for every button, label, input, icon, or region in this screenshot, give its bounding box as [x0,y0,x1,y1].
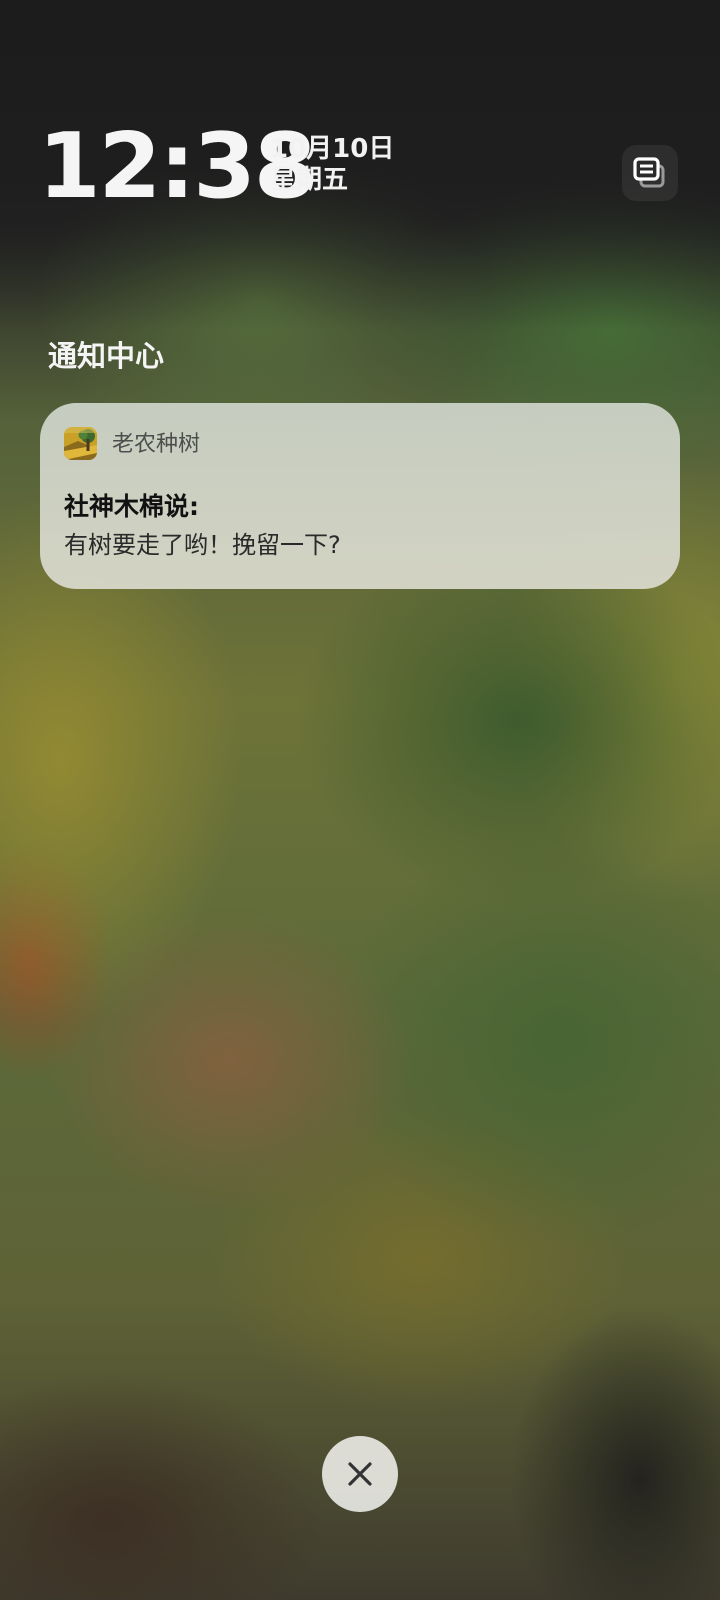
notification-title: 社神木棉说: [64,492,199,521]
date-block: 10月10日 星期五 [270,134,394,196]
date-label: 10月10日 [270,134,395,164]
app-name: 老农种树 [112,432,201,457]
weekday-label: 星期五 [270,165,349,195]
close-icon [348,1462,372,1486]
notification-body: 有树要走了哟！挽留一下? [64,531,341,559]
stacked-windows-icon [633,157,665,188]
multi-window-button[interactable] [622,145,678,201]
notification-card[interactable]: 老农种树 社神木棉说: 有树要走了哟！挽留一下? [40,403,680,589]
notification-center-title: 通知中心 [48,339,165,373]
tree-app-icon [64,427,97,460]
clear-notifications-button[interactable] [322,1436,398,1512]
